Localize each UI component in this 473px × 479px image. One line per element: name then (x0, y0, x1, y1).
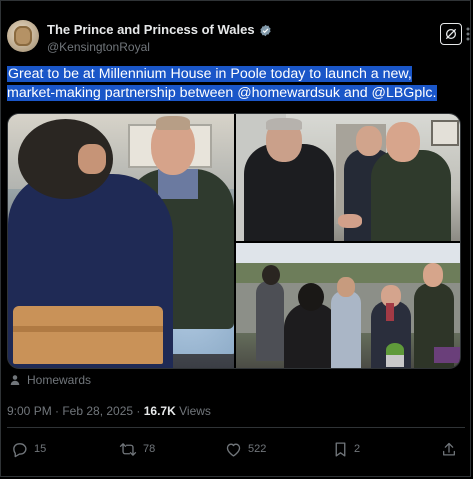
tweet-actions: 15 78 522 2 (7, 439, 459, 461)
more-options-button[interactable] (465, 23, 471, 45)
tweet-media-grid (7, 113, 461, 369)
repost-count: 78 (143, 443, 156, 455)
photo-group-outdoors[interactable] (236, 243, 460, 368)
bookmark-count: 2 (354, 443, 361, 455)
repost-icon (119, 442, 137, 456)
photo-prince-seated-at-table[interactable] (8, 114, 234, 368)
bookmark-button[interactable]: 2 (333, 439, 360, 459)
location-tag-label[interactable]: Homewards (27, 373, 91, 387)
reply-count: 15 (34, 443, 47, 455)
tweet-timestamp[interactable]: 9:00 PM · Feb 28, 2025 · (7, 404, 144, 418)
bookmark-icon (335, 441, 346, 457)
like-button[interactable]: 522 (225, 439, 266, 459)
share-button[interactable] (441, 439, 457, 459)
views-label: Views (175, 404, 211, 418)
tweet-text-content: Great to be at Millennium House in Poole… (7, 66, 438, 101)
views-count: 16.7K (143, 404, 176, 418)
author-display-name[interactable]: The Prince and Princess of Wales (47, 22, 255, 38)
location-tag[interactable]: Homewards (9, 373, 91, 387)
tweet-header: The Prince and Princess of Wales @Kensin… (7, 20, 470, 60)
share-icon (443, 442, 455, 455)
grok-icon (445, 28, 457, 40)
person-icon (10, 375, 20, 385)
tweet-card: The Prince and Princess of Wales @Kensin… (0, 0, 471, 477)
divider (7, 427, 465, 428)
grok-button[interactable] (440, 23, 462, 45)
tweet-text: Great to be at Millennium House in Poole… (7, 65, 463, 103)
avatar-crest-icon (14, 26, 32, 46)
repost-button[interactable]: 78 (119, 439, 155, 459)
author-handle[interactable]: @KensingtonRoyal (47, 39, 272, 55)
photo-handshake[interactable] (236, 114, 460, 241)
reply-icon (13, 442, 27, 457)
like-count: 522 (248, 443, 267, 455)
reply-button[interactable]: 15 (11, 439, 46, 459)
more-icon (466, 27, 470, 41)
author-names: The Prince and Princess of Wales @Kensin… (47, 22, 272, 55)
verified-badge-icon (259, 24, 272, 37)
avatar[interactable] (7, 20, 39, 52)
tweet-meta: 9:00 PM · Feb 28, 2025 · 16.7K Views (7, 404, 211, 418)
heart-icon (226, 443, 241, 457)
author-display-name-row[interactable]: The Prince and Princess of Wales (47, 22, 272, 38)
